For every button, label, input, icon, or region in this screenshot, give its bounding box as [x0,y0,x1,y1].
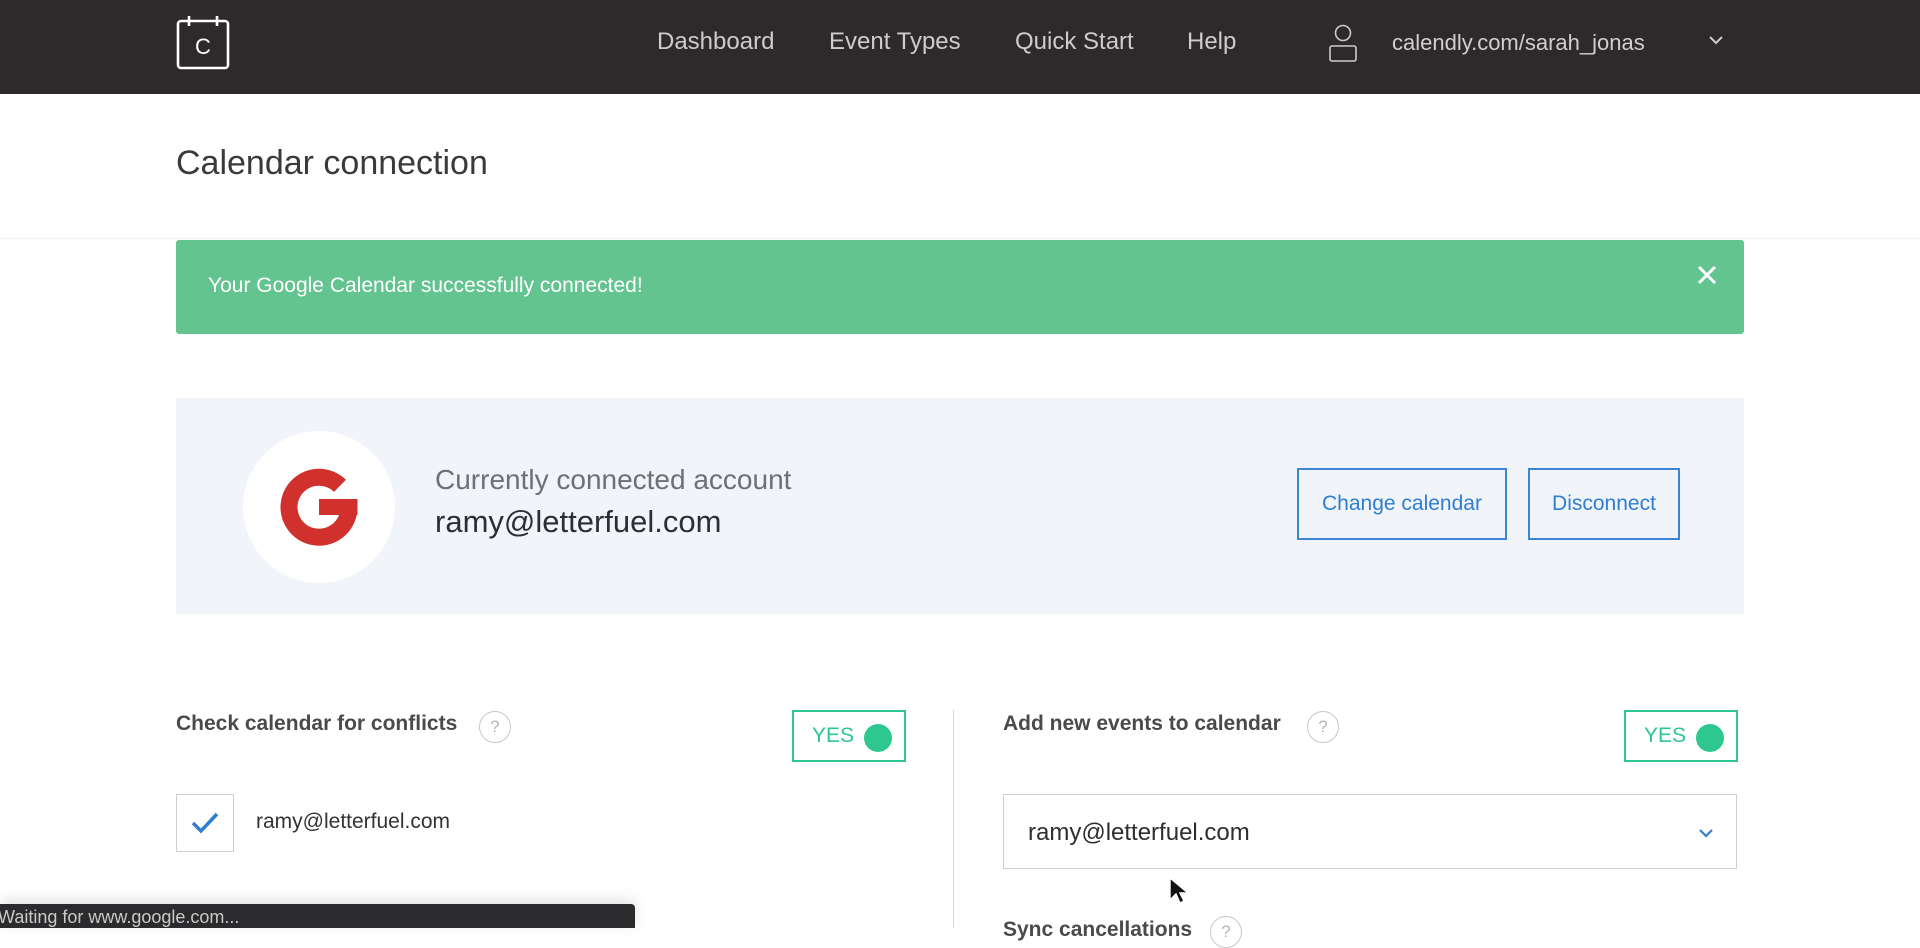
alert-message: Your Google Calendar successfully connec… [208,274,643,297]
check-conflicts-title: Check calendar for conflicts [176,712,458,735]
connected-account-card: Currently connected account ramy@letterf… [176,398,1744,614]
nav-event-types[interactable]: Event Types [829,28,961,56]
nav-help[interactable]: Help [1187,28,1236,56]
page-header: Calendar connection [0,94,1920,239]
top-navigation-bar: C Dashboard Event Types Quick Start Help… [0,0,1920,94]
mouse-cursor-icon [1169,876,1190,904]
connected-account-label: Currently connected account [435,464,792,495]
browser-status-text: Waiting for www.google.com... [0,907,240,927]
calendar-conflict-checkbox[interactable] [176,794,234,852]
chevron-down-icon[interactable] [1707,33,1725,47]
help-icon[interactable]: ? [1307,711,1339,743]
page-title: Calendar connection [176,144,488,182]
browser-status-bar: Waiting for www.google.com... [0,904,635,928]
nav-dashboard[interactable]: Dashboard [657,28,774,56]
nav-quick-start[interactable]: Quick Start [1015,28,1134,56]
google-logo-badge [243,431,395,583]
google-g-icon [280,468,358,546]
calendar-conflict-label: ramy@letterfuel.com [256,810,451,833]
user-icon[interactable] [1328,24,1358,64]
user-profile-url[interactable]: calendly.com/sarah_jonas [1392,30,1645,56]
check-conflicts-toggle[interactable]: YES [792,710,906,762]
help-icon[interactable]: ? [479,711,511,743]
help-icon[interactable]: ? [1210,916,1242,948]
disconnect-button[interactable]: Disconnect [1528,468,1680,540]
toggle-knob [864,724,892,752]
success-alert: Your Google Calendar successfully connec… [176,240,1744,334]
add-events-toggle[interactable]: YES [1624,710,1738,762]
add-events-title: Add new events to calendar [1003,712,1281,735]
toggle-label: YES [1644,724,1687,747]
sync-cancellations-title: Sync cancellations [1003,918,1193,941]
add-events-calendar-select[interactable]: ramy@letterfuel.com [1003,794,1737,869]
close-icon[interactable] [1692,260,1722,290]
toggle-knob [1696,724,1724,752]
connected-account-email: ramy@letterfuel.com [435,504,722,539]
change-calendar-button[interactable]: Change calendar [1297,468,1507,540]
checkmark-icon [191,812,219,834]
column-divider [953,710,954,928]
select-value: ramy@letterfuel.com [1028,819,1250,846]
chevron-down-icon [1699,829,1713,838]
toggle-label: YES [812,724,855,747]
svg-text:C: C [195,34,211,59]
calendly-logo-icon[interactable]: C [176,16,230,70]
